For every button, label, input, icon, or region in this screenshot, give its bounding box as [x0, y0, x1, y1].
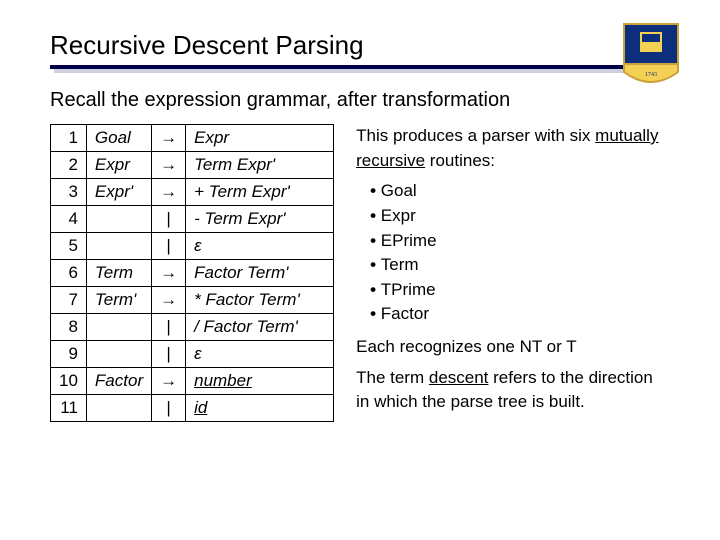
rule-lhs: Expr'	[86, 179, 151, 206]
routine-item: TPrime	[370, 278, 670, 303]
rule-lhs: Term	[86, 260, 151, 287]
university-logo-icon: 1743	[622, 22, 680, 88]
content-area: 1Goal→Expr2Expr→Term Expr'3Expr'→+ Term …	[50, 124, 670, 422]
rule-number: 11	[51, 395, 87, 422]
rule-lhs: Term'	[86, 287, 151, 314]
notes-line3-b: descent	[429, 368, 489, 387]
rule-arrow: |	[152, 341, 186, 368]
notes-line-2: Each recognizes one NT or T	[356, 335, 670, 360]
rule-arrow: |	[152, 206, 186, 233]
grammar-row: 10Factor→number	[51, 368, 334, 395]
rule-rhs: Term Expr'	[186, 152, 334, 179]
header: Recursive Descent Parsing 1743	[50, 30, 670, 73]
rule-rhs: + Term Expr'	[186, 179, 334, 206]
rule-arrow: |	[152, 395, 186, 422]
rule-arrow: →	[152, 125, 186, 152]
rule-rhs: ε	[186, 233, 334, 260]
grammar-row: 3Expr'→+ Term Expr'	[51, 179, 334, 206]
title-rule-shadow	[54, 69, 674, 73]
rule-rhs: / Factor Term'	[186, 314, 334, 341]
rule-number: 10	[51, 368, 87, 395]
rule-rhs: Expr	[186, 125, 334, 152]
rule-arrow: →	[152, 287, 186, 314]
page-title: Recursive Descent Parsing	[50, 30, 670, 65]
grammar-row: 5 |ε	[51, 233, 334, 260]
notes-line3-a: The term	[356, 368, 429, 387]
rule-arrow: →	[152, 179, 186, 206]
rule-rhs: ε	[186, 341, 334, 368]
grammar-table: 1Goal→Expr2Expr→Term Expr'3Expr'→+ Term …	[50, 124, 334, 422]
subtitle: Recall the expression grammar, after tra…	[50, 89, 670, 112]
routine-item: Expr	[370, 204, 670, 229]
rule-arrow: |	[152, 314, 186, 341]
rule-number: 2	[51, 152, 87, 179]
rule-rhs: * Factor Term'	[186, 287, 334, 314]
notes-intro: This produces a parser with six mutually…	[356, 124, 670, 173]
grammar-row: 7Term'→* Factor Term'	[51, 287, 334, 314]
notes-intro-c: routines:	[425, 151, 495, 170]
grammar-row: 4 |- Term Expr'	[51, 206, 334, 233]
rule-number: 4	[51, 206, 87, 233]
rule-rhs: Factor Term'	[186, 260, 334, 287]
notes-column: This produces a parser with six mutually…	[356, 124, 670, 422]
grammar-row: 2Expr→Term Expr'	[51, 152, 334, 179]
routine-item: Goal	[370, 179, 670, 204]
rule-number: 7	[51, 287, 87, 314]
rule-lhs	[86, 206, 151, 233]
notes-intro-a: This produces a parser with six	[356, 126, 595, 145]
routine-item: EPrime	[370, 229, 670, 254]
rule-number: 3	[51, 179, 87, 206]
grammar-row: 9 |ε	[51, 341, 334, 368]
rule-rhs: - Term Expr'	[186, 206, 334, 233]
grammar-row: 1Goal→Expr	[51, 125, 334, 152]
notes-line-3: The term descent refers to the direction…	[356, 366, 670, 415]
rule-rhs: number	[186, 368, 334, 395]
rule-lhs	[86, 314, 151, 341]
rule-number: 6	[51, 260, 87, 287]
rule-lhs: Expr	[86, 152, 151, 179]
grammar-row: 8 |/ Factor Term'	[51, 314, 334, 341]
rule-arrow: →	[152, 152, 186, 179]
rule-rhs: id	[186, 395, 334, 422]
grammar-row: 11 |id	[51, 395, 334, 422]
rule-lhs	[86, 341, 151, 368]
rule-lhs: Goal	[86, 125, 151, 152]
rule-number: 5	[51, 233, 87, 260]
routines-list: GoalExprEPrimeTermTPrimeFactor	[356, 179, 670, 327]
rule-arrow: |	[152, 233, 186, 260]
rule-arrow: →	[152, 260, 186, 287]
svg-text:1743: 1743	[645, 72, 657, 78]
rule-lhs	[86, 233, 151, 260]
rule-lhs: Factor	[86, 368, 151, 395]
rule-arrow: →	[152, 368, 186, 395]
routine-item: Factor	[370, 302, 670, 327]
grammar-row: 6Term→Factor Term'	[51, 260, 334, 287]
rule-number: 1	[51, 125, 87, 152]
rule-number: 8	[51, 314, 87, 341]
routine-item: Term	[370, 253, 670, 278]
rule-number: 9	[51, 341, 87, 368]
rule-lhs	[86, 395, 151, 422]
